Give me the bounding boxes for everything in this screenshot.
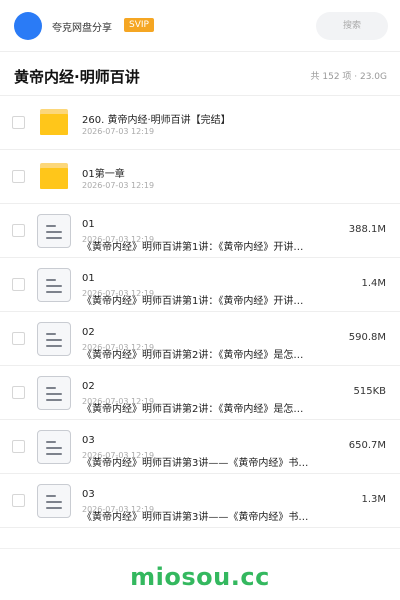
item-description: 《黄帝内经》明师百讲第3讲——《黄帝内经》书… bbox=[82, 458, 309, 469]
item-description: 《黄帝内经》明师百讲第3讲——《黄帝内经》书… bbox=[82, 512, 309, 523]
item-checkbox[interactable] bbox=[12, 170, 25, 183]
file-list: 260. 黄帝内经·明师百讲【完结】 2026-07-03 12:19 01第一… bbox=[0, 96, 400, 528]
document-icon bbox=[37, 376, 71, 410]
item-description: 《黄帝内经》明师百讲第1讲：《黄帝内经》开讲… bbox=[82, 242, 304, 253]
item-checkbox[interactable] bbox=[12, 224, 25, 237]
top-bar: 夸克网盘分享 SVIP 搜索 bbox=[0, 0, 400, 52]
item-name: 02 bbox=[82, 327, 95, 338]
search-input[interactable]: 搜索 bbox=[316, 12, 388, 40]
item-description: 《黄帝内经》明师百讲第2讲：《黄帝内经》是怎… bbox=[82, 404, 304, 415]
folder-icon bbox=[40, 109, 68, 135]
item-name: 03 bbox=[82, 489, 95, 500]
item-checkbox[interactable] bbox=[12, 278, 25, 291]
folder-meta: 共 152 项 · 23.0G bbox=[310, 72, 388, 82]
list-item[interactable]: 260. 黄帝内经·明师百讲【完结】 2026-07-03 12:19 bbox=[0, 96, 400, 150]
item-name: 01第一章 bbox=[82, 169, 125, 180]
item-checkbox[interactable] bbox=[12, 116, 25, 129]
document-icon bbox=[37, 484, 71, 518]
item-checkbox[interactable] bbox=[12, 440, 25, 453]
item-size: 650.7M bbox=[348, 440, 386, 451]
item-checkbox[interactable] bbox=[12, 494, 25, 507]
item-name: 01 bbox=[82, 219, 95, 230]
item-checkbox[interactable] bbox=[12, 332, 25, 345]
item-size: 515KB bbox=[353, 386, 386, 397]
list-item[interactable]: 03 2026-07-03 12:19 《黄帝内经》明师百讲第3讲——《黄帝内经… bbox=[0, 420, 400, 474]
item-size: 388.1M bbox=[348, 224, 386, 235]
item-name: 01 bbox=[82, 273, 95, 284]
footer-divider bbox=[0, 548, 400, 549]
item-description: 《黄帝内经》明师百讲第1讲：《黄帝内经》开讲… bbox=[82, 296, 304, 307]
document-icon bbox=[37, 430, 71, 464]
watermark: miosou.cc bbox=[130, 563, 270, 591]
item-size: 590.8M bbox=[348, 332, 386, 343]
list-item[interactable]: 01第一章 2026-07-03 12:19 bbox=[0, 150, 400, 204]
list-item[interactable]: 03 2026-07-03 12:19 《黄帝内经》明师百讲第3讲——《黄帝内经… bbox=[0, 474, 400, 528]
item-description: 《黄帝内经》明师百讲第2讲：《黄帝内经》是怎… bbox=[82, 350, 304, 361]
folder-icon bbox=[40, 163, 68, 189]
list-item[interactable]: 02 2026-07-03 12:19 《黄帝内经》明师百讲第2讲：《黄帝内经》… bbox=[0, 366, 400, 420]
item-name: 02 bbox=[82, 381, 95, 392]
list-item[interactable]: 02 2026-07-03 12:19 《黄帝内经》明师百讲第2讲：《黄帝内经》… bbox=[0, 312, 400, 366]
item-size: 1.3M bbox=[361, 494, 386, 505]
item-date: 2026-07-03 12:19 bbox=[82, 181, 155, 190]
document-icon bbox=[37, 268, 71, 302]
item-size: 1.4M bbox=[361, 278, 386, 289]
document-icon bbox=[37, 214, 71, 248]
item-name: 03 bbox=[82, 435, 95, 446]
item-date: 2026-07-03 12:19 bbox=[82, 127, 155, 136]
avatar[interactable] bbox=[14, 12, 42, 40]
list-item[interactable]: 01 2026-07-03 12:19 《黄帝内经》明师百讲第1讲：《黄帝内经》… bbox=[0, 258, 400, 312]
folder-header: 黄帝内经·明师百讲 共 152 项 · 23.0G bbox=[0, 52, 400, 96]
list-item[interactable]: 01 2026-07-03 12:19 《黄帝内经》明师百讲第1讲：《黄帝内经》… bbox=[0, 204, 400, 258]
svip-badge: SVIP bbox=[124, 18, 154, 32]
item-checkbox[interactable] bbox=[12, 386, 25, 399]
document-icon bbox=[37, 322, 71, 356]
brand-name: 夸克网盘分享 bbox=[52, 23, 112, 34]
item-name: 260. 黄帝内经·明师百讲【完结】 bbox=[82, 115, 231, 126]
page-title: 黄帝内经·明师百讲 bbox=[14, 68, 140, 86]
